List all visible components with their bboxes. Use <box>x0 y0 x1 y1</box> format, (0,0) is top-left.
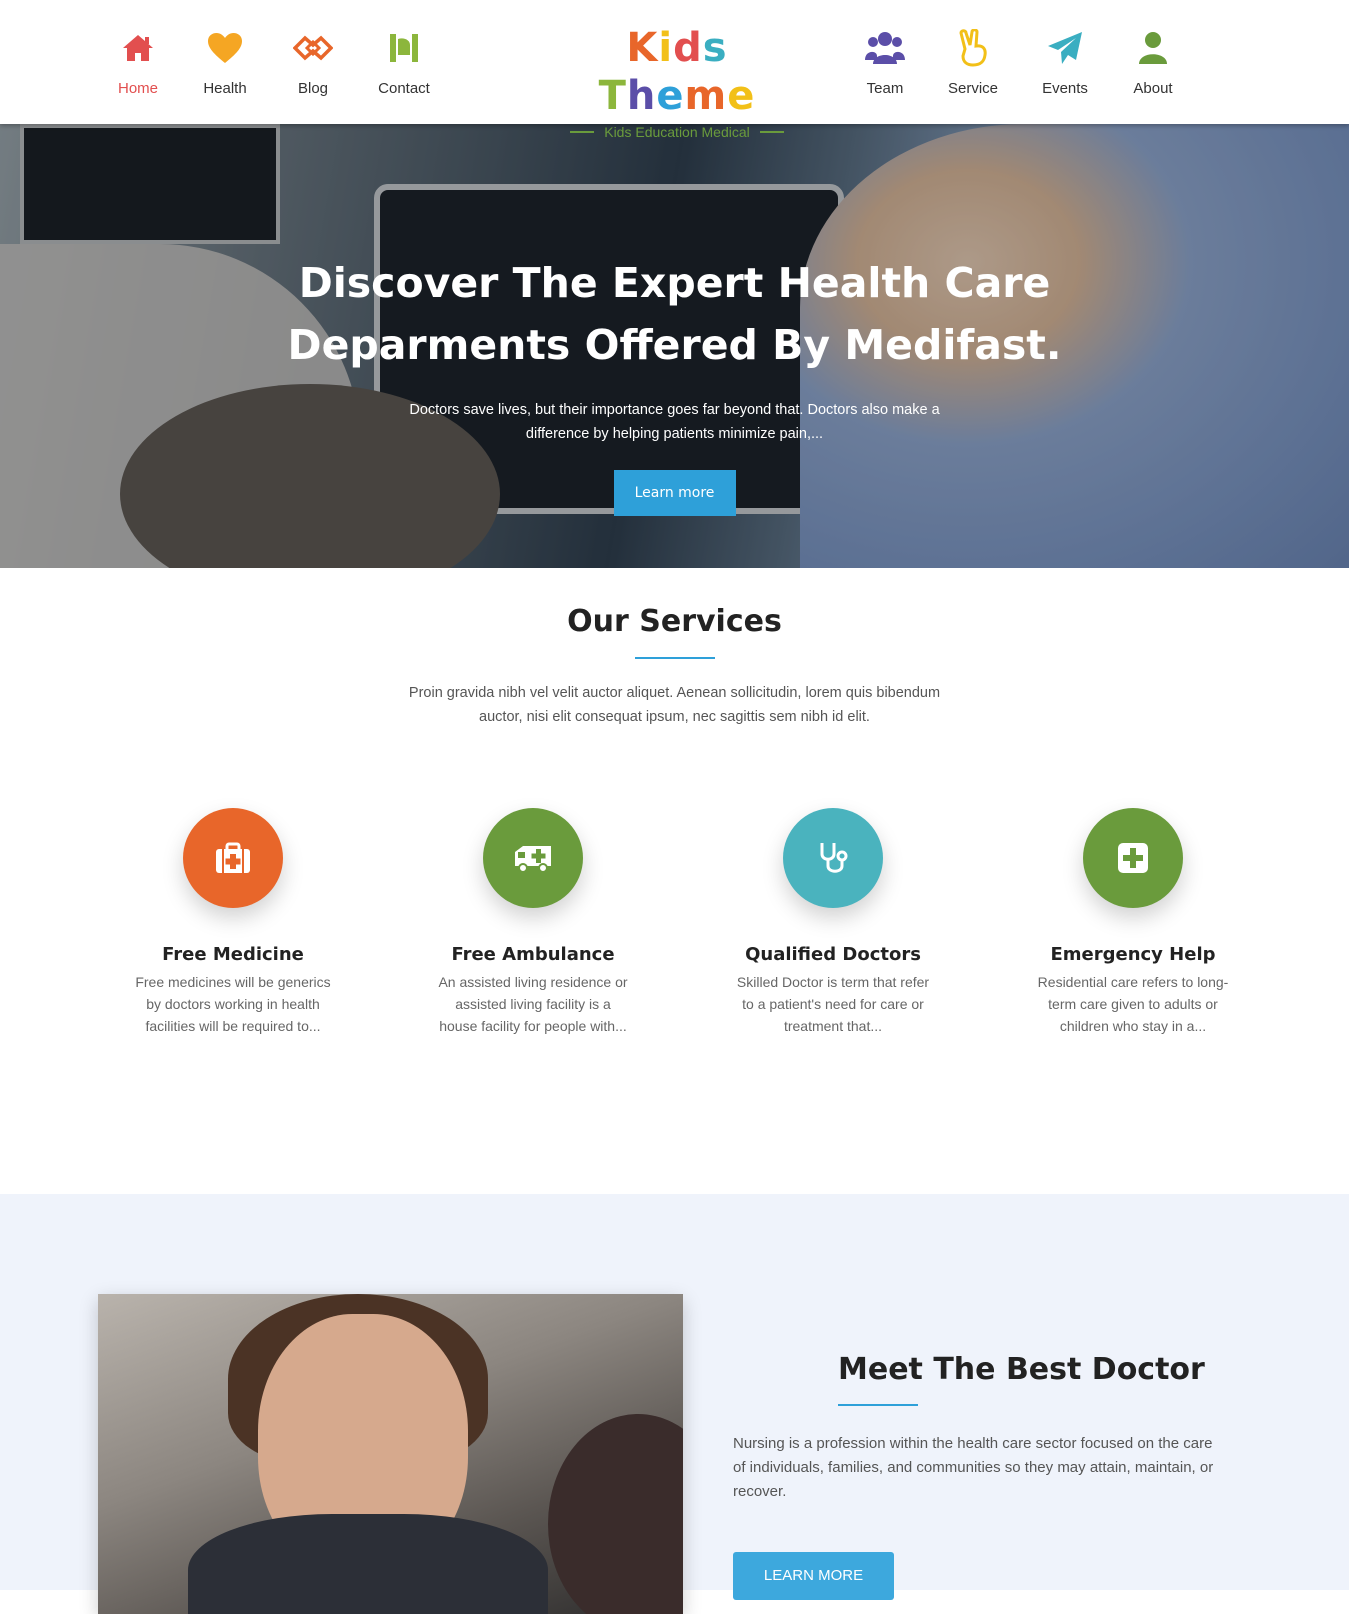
doctor-learn-more-button[interactable]: LEARN MORE <box>733 1552 894 1600</box>
services-title-underline <box>634 657 715 659</box>
hand-peace-icon <box>928 28 1018 68</box>
nav-label-health: Health <box>203 80 247 97</box>
logo-subtitle: Kids Education Medical <box>604 124 750 140</box>
service-text: Skilled Doctor is term that refer to a p… <box>736 974 930 1034</box>
logo-letter: s <box>702 25 728 71</box>
services-description: Proin gravida nibh vel velit auctor aliq… <box>408 685 941 725</box>
nav-events[interactable]: Events <box>1020 28 1110 97</box>
ambulance-icon <box>483 808 583 908</box>
hero-title: Discover The Expert Health Care Deparmen… <box>0 252 1349 376</box>
service-text: Residential care refers to long-term car… <box>1037 974 1229 1034</box>
doctor-photo-patient <box>548 1414 683 1614</box>
nav-label-service: Service <box>947 80 999 97</box>
hero-learn-more-button[interactable]: Learn more <box>613 470 736 516</box>
logo-letter: e <box>656 73 685 119</box>
service-card-free-medicine[interactable]: Free Medicine Free medicines will be gen… <box>123 808 343 1037</box>
logo-divider-left <box>570 131 595 133</box>
service-card-qualified-doctors[interactable]: Qualified Doctors Skilled Doctor is term… <box>723 808 943 1037</box>
hero-title-line-2: Deparments Offered By Medifast. <box>287 321 1062 369</box>
logo-letter: T <box>598 73 627 119</box>
users-icon <box>840 28 930 68</box>
nav-home[interactable]: Home <box>93 28 183 97</box>
home-icon <box>93 28 183 68</box>
doctor-photo <box>98 1294 683 1614</box>
paper-plane-icon <box>1020 28 1110 68</box>
hero-title-line-1: Discover The Expert Health Care <box>298 259 1051 307</box>
logo-letter: i <box>658 25 674 71</box>
doctor-title-underline <box>838 1404 918 1406</box>
nav-label-about: About <box>1133 80 1173 97</box>
logo-letter: h <box>626 73 657 119</box>
phone-icon <box>359 28 449 68</box>
services-section: Our Services Proin gravida nibh vel veli… <box>0 568 1349 1194</box>
service-card-emergency-help[interactable]: Emergency Help Residential care refers t… <box>1023 808 1243 1037</box>
hero-description: Doctors save lives, but their importance… <box>409 402 940 442</box>
logo-subtitle-row: Kids Education Medical <box>565 124 789 140</box>
logo-letter: K <box>626 25 659 71</box>
nav-label-events: Events <box>1042 80 1088 97</box>
service-title: Qualified Doctors <box>745 944 921 965</box>
logo-divider-right <box>759 131 784 133</box>
service-title: Free Ambulance <box>451 944 615 965</box>
nav-label-contact: Contact <box>378 80 430 97</box>
nav-label-blog: Blog <box>297 80 329 97</box>
nav-label-home: Home <box>117 80 158 97</box>
service-text: An assisted living residence or assisted… <box>438 974 628 1034</box>
doctor-description: Nursing is a profession within the healt… <box>733 1435 1214 1500</box>
logo-letter: d <box>673 25 703 71</box>
service-title: Emergency Help <box>1050 944 1216 965</box>
doctor-section: Meet The Best Doctor Nursing is a profes… <box>0 1194 1349 1614</box>
service-card-free-ambulance[interactable]: Free Ambulance An assisted living reside… <box>423 808 643 1037</box>
nav-about[interactable]: About <box>1108 28 1198 97</box>
heart-icon <box>180 28 270 68</box>
nav-service[interactable]: Service <box>928 28 1018 97</box>
user-icon <box>1108 28 1198 68</box>
logo-title: Kids Theme <box>565 24 789 120</box>
hero-content: Discover The Expert Health Care Deparmen… <box>0 124 1349 516</box>
nav-label-team: Team <box>866 80 904 97</box>
handshake-icon <box>268 28 358 68</box>
logo-letter: m <box>684 73 728 119</box>
service-title: Free Medicine <box>162 944 304 965</box>
nav-health[interactable]: Health <box>180 28 270 97</box>
services-title: Our Services <box>567 604 782 639</box>
logo-letter: e <box>727 73 756 119</box>
doctor-photo-body <box>188 1514 548 1614</box>
medkit-icon <box>183 808 283 908</box>
site-header: Home Health Blog Contact Kids Theme Kids… <box>0 0 1349 140</box>
service-text: Free medicines will be generics by docto… <box>135 974 331 1034</box>
nav-blog[interactable]: Blog <box>268 28 358 97</box>
doctor-title: Meet The Best Doctor <box>838 1352 1205 1387</box>
nav-contact[interactable]: Contact <box>359 28 449 97</box>
stethoscope-icon <box>783 808 883 908</box>
nav-team[interactable]: Team <box>840 28 930 97</box>
plus-square-icon <box>1083 808 1183 908</box>
site-logo[interactable]: Kids Theme Kids Education Medical <box>565 24 789 140</box>
